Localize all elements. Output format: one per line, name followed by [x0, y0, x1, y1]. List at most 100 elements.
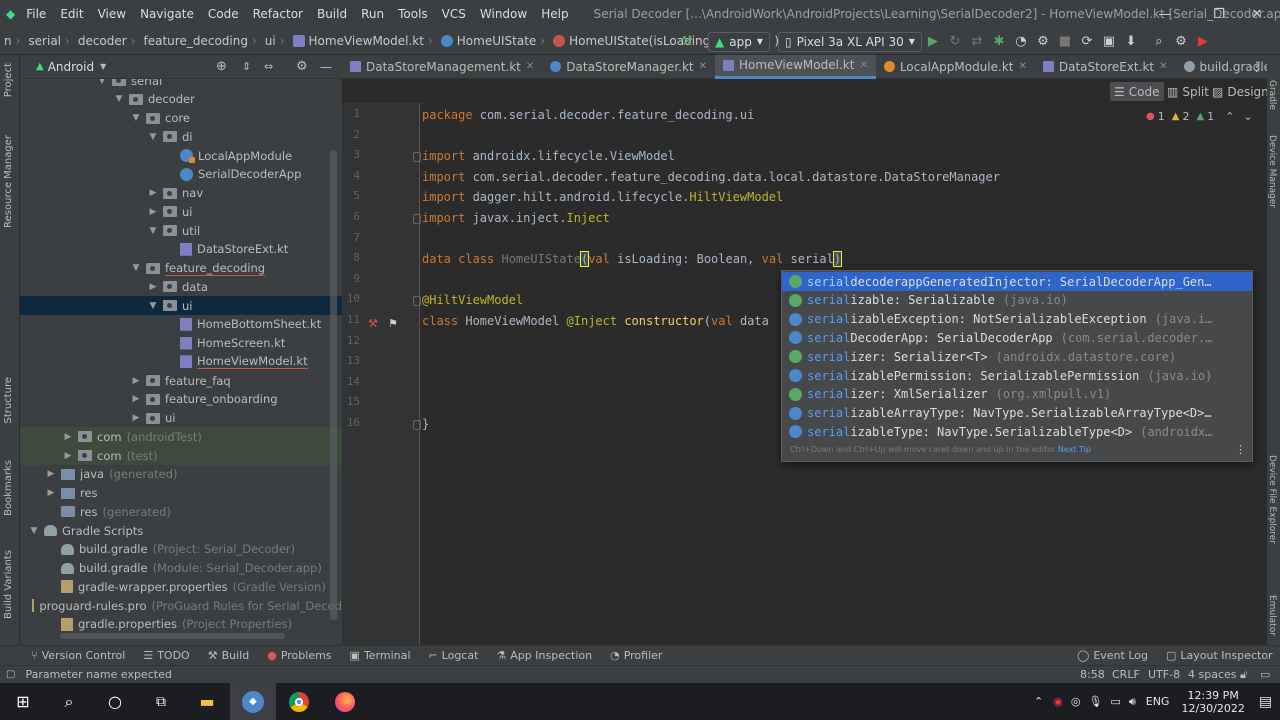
- attach-debugger-icon[interactable]: ⚙: [1032, 31, 1054, 53]
- bottom-tool-logcat[interactable]: ⌐ Logcat: [419, 649, 487, 662]
- file-encoding[interactable]: UTF-8: [1148, 668, 1180, 681]
- tree-node[interactable]: SerialDecoderApp: [20, 165, 342, 184]
- tree-node[interactable]: ▶ data: [20, 277, 342, 296]
- chevron-right-icon[interactable]: ▶: [45, 488, 57, 498]
- tree-node[interactable]: HomeScreen.kt: [20, 334, 342, 353]
- tree-node[interactable]: ▼ Gradle Scripts: [20, 521, 342, 540]
- inspection-widget[interactable]: ● 1 ▲ 2 ▲ 1 ⌃ ⌄: [1146, 110, 1253, 123]
- design-view-button[interactable]: ▨ Design: [1208, 82, 1273, 101]
- panel-settings-icon[interactable]: ⚙: [296, 59, 308, 74]
- project-view-dropdown[interactable]: Android: [48, 60, 94, 74]
- file-explorer-icon[interactable]: ▬: [184, 683, 230, 720]
- tree-node[interactable]: gradle-wrapper.properties (Gradle Version…: [20, 577, 342, 596]
- chevron-right-icon[interactable]: ▶: [62, 451, 74, 461]
- windows-start-icon[interactable]: ⊞: [0, 683, 46, 720]
- tree-node[interactable]: HomeViewModel.kt: [20, 352, 342, 371]
- search-icon[interactable]: ⌕: [1148, 31, 1170, 53]
- clock[interactable]: 12:39 PM 12/30/2022: [1181, 689, 1244, 715]
- bookmarks-tool-tab[interactable]: Bookmarks: [3, 460, 14, 516]
- autocomplete-item[interactable]: serial DecoderApp: SerialDecoderApp (com.s…: [782, 328, 1252, 347]
- volume-icon[interactable]: 🔊︎: [1129, 695, 1136, 709]
- project-tool-tab[interactable]: Project: [3, 63, 14, 97]
- chevron-down-icon[interactable]: ▼: [28, 526, 40, 536]
- project-tree-scrollbar[interactable]: [330, 150, 337, 620]
- autocomplete-item[interactable]: serial decoderappGeneratedInjector: Seria…: [782, 272, 1252, 291]
- status-layout-icon[interactable]: ▢: [6, 669, 15, 680]
- tree-node[interactable]: ▼ serial: [20, 79, 342, 90]
- minimize-icon[interactable]: —: [1142, 0, 1188, 28]
- line-separator[interactable]: CRLF: [1112, 668, 1140, 681]
- project-tree-hscrollbar[interactable]: [60, 633, 285, 639]
- cortana-icon[interactable]: ○: [92, 683, 138, 720]
- settings-gear-icon[interactable]: ⚙: [1170, 31, 1192, 53]
- tree-node[interactable]: DataStoreExt.kt: [20, 240, 342, 259]
- breadcrumb-item[interactable]: decoder ›: [74, 34, 140, 48]
- chevron-down-icon[interactable]: ▼: [147, 301, 159, 311]
- tree-node[interactable]: ▶ com (test): [20, 446, 342, 465]
- autocomplete-item[interactable]: serial izable: Serializable (java.io): [782, 291, 1252, 310]
- breadcrumb-item[interactable]: feature_decoding ›: [140, 34, 261, 48]
- sync-gradle-icon[interactable]: ⟳: [1076, 31, 1098, 53]
- menu-help[interactable]: Help: [534, 7, 575, 21]
- firefox-icon[interactable]: [322, 683, 368, 720]
- bottom-tool-build[interactable]: ⚒ Build: [199, 649, 259, 662]
- tree-node[interactable]: ▼ ui: [20, 296, 342, 315]
- bottom-tool-event-log[interactable]: ◯ Event Log: [1068, 649, 1157, 662]
- autocomplete-item[interactable]: serial izablePermission: SerializablePerm…: [782, 366, 1252, 385]
- bottom-tool-app-inspection[interactable]: ⚗ App Inspection: [487, 649, 601, 662]
- debug-icon[interactable]: ✱: [988, 31, 1010, 53]
- tree-node[interactable]: res (generated): [20, 502, 342, 521]
- sdk-manager-icon[interactable]: ⬇: [1120, 31, 1142, 53]
- close-tab-icon[interactable]: ✕: [699, 61, 707, 72]
- tree-node[interactable]: build.gradle (Module: Serial_Decoder.app): [20, 559, 342, 578]
- autocomplete-item[interactable]: serial izableException: NotSerializableEx…: [782, 310, 1252, 329]
- menu-navigate[interactable]: Navigate: [133, 7, 201, 21]
- chevron-up-icon[interactable]: ⌃: [1225, 110, 1234, 123]
- breadcrumb-item[interactable]: ui ›: [261, 34, 289, 48]
- emulator-tool-tab[interactable]: Emulator: [1267, 595, 1277, 636]
- tree-node[interactable]: ▶ nav: [20, 184, 342, 203]
- caret-position[interactable]: 8:58: [1080, 668, 1105, 681]
- chevron-right-icon[interactable]: ▶: [62, 432, 74, 442]
- editor-tab[interactable]: DataStoreExt.kt ✕: [1035, 55, 1176, 79]
- fold-marker-icon[interactable]: [413, 152, 421, 163]
- task-view-icon[interactable]: ⧉: [138, 683, 184, 720]
- menu-refactor[interactable]: Refactor: [246, 7, 310, 21]
- bottom-tool-version-control[interactable]: ⑂ Version Control: [22, 649, 134, 662]
- breadcrumb-item[interactable]: n ›: [0, 34, 24, 48]
- bottom-tool-problems[interactable]: ● Problems: [258, 649, 340, 662]
- menu-view[interactable]: View: [91, 7, 133, 21]
- expand-icon[interactable]: ⇔: [264, 60, 273, 73]
- autocomplete-item[interactable]: serial izer: XmlSerializer (org.xmlpull.v1…: [782, 385, 1252, 404]
- autocomplete-item[interactable]: serial izer: Serializer<T> (androidx.datas…: [782, 347, 1252, 366]
- build-variants-tool-tab[interactable]: Build Variants: [3, 550, 14, 619]
- lock-icon[interactable]: 🔓︎: [1240, 668, 1247, 682]
- record-icon[interactable]: ◉: [1053, 695, 1063, 708]
- android-studio-taskbar-icon[interactable]: ◆: [230, 683, 276, 720]
- apply-code-changes-icon[interactable]: ⇄: [966, 31, 988, 53]
- editor-tab[interactable]: HomeViewModel.kt ✕: [715, 54, 876, 79]
- tree-node[interactable]: ▼ decoder: [20, 90, 342, 109]
- split-view-button[interactable]: ▥ Split: [1163, 82, 1213, 101]
- tree-node[interactable]: ▶ java (generated): [20, 465, 342, 484]
- microphone-icon[interactable]: 🎙︎: [1088, 695, 1102, 708]
- run-config-dropdown[interactable]: ▲ app ▼: [708, 31, 770, 52]
- tree-node[interactable]: ▼ core: [20, 109, 342, 128]
- autocomplete-item[interactable]: serial izableType: NavType.SerializableTy…: [782, 422, 1252, 441]
- profile-icon[interactable]: ◔: [1010, 31, 1032, 53]
- device-manager-tool-tab[interactable]: Device Manager: [1267, 135, 1277, 208]
- hide-panel-icon[interactable]: —: [320, 60, 332, 74]
- breadcrumb-item[interactable]: serial ›: [24, 34, 73, 48]
- breadcrumb-item[interactable]: HomeViewModel.kt ›: [289, 34, 437, 48]
- menu-build[interactable]: Build: [310, 7, 354, 21]
- chevron-right-icon[interactable]: ▶: [130, 413, 142, 423]
- code-view-button[interactable]: ☰ Code: [1110, 82, 1164, 101]
- memory-icon[interactable]: ▭: [1260, 668, 1270, 681]
- chevron-right-icon[interactable]: ▶: [147, 207, 159, 217]
- tree-node[interactable]: build.gradle (Project: Serial_Decoder): [20, 540, 342, 559]
- menu-window[interactable]: Window: [473, 7, 534, 21]
- notification-icon[interactable]: ▤: [1259, 694, 1272, 710]
- close-tab-icon[interactable]: ✕: [1018, 61, 1026, 72]
- chevron-right-icon[interactable]: ▶: [147, 282, 159, 292]
- bottom-tool-layout-inspector[interactable]: ▢ Layout Inspector: [1157, 649, 1280, 662]
